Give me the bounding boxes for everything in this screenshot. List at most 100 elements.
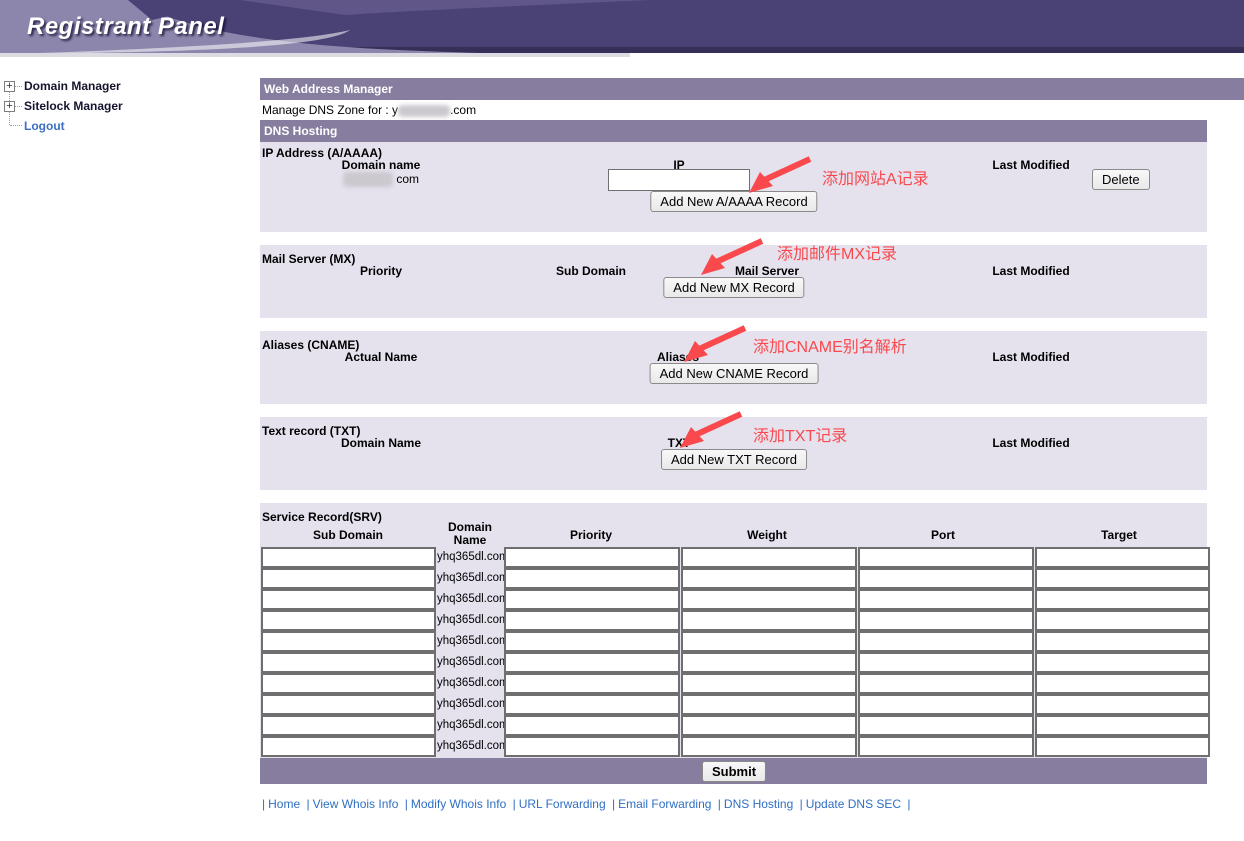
red-arrow-icon [683, 325, 749, 363]
srv-sub-domain-input[interactable] [261, 652, 436, 673]
footer-link-view-whois-info[interactable]: View Whois Info [313, 797, 399, 811]
cname-col-actual-name: Actual Name [345, 350, 418, 364]
srv-target-input[interactable] [1035, 652, 1210, 673]
web-address-manager-bar: Web Address Manager [260, 78, 1244, 100]
srv-port-input[interactable] [858, 694, 1034, 715]
srv-col-port: Port [931, 528, 955, 542]
srv-priority-input[interactable] [504, 568, 680, 589]
srv-sub-domain-input[interactable] [261, 547, 436, 568]
a-record-annotation: 添加网站A记录 [822, 165, 929, 189]
ip-input[interactable] [608, 169, 750, 191]
txt-col-last-modified: Last Modified [992, 436, 1069, 450]
a-record-domain-suffix: com [396, 172, 419, 186]
srv-weight-input[interactable] [681, 694, 857, 715]
srv-sub-domain-input[interactable] [261, 736, 436, 757]
srv-sub-domain-input[interactable] [261, 694, 436, 715]
srv-priority-input[interactable] [504, 610, 680, 631]
srv-port-input[interactable] [858, 736, 1034, 757]
srv-weight-input[interactable] [681, 736, 857, 757]
srv-domain-name-cell: yhq365dl.com [437, 589, 504, 610]
mx-col-sub-domain: Sub Domain [556, 264, 626, 278]
srv-priority-input[interactable] [504, 631, 680, 652]
srv-table-row: yhq365dl.com [261, 715, 1207, 736]
footer-link-update-dns-sec[interactable]: Update DNS SEC [806, 797, 901, 811]
sidebar-item-sitelock-manager[interactable]: Sitelock Manager [24, 99, 123, 113]
expand-icon[interactable]: + [4, 81, 15, 92]
srv-port-input[interactable] [858, 673, 1034, 694]
mx-col-priority: Priority [360, 264, 402, 278]
srv-target-input[interactable] [1035, 673, 1210, 694]
srv-port-input[interactable] [858, 631, 1034, 652]
srv-table-row: yhq365dl.com [261, 694, 1207, 715]
srv-port-input[interactable] [858, 652, 1034, 673]
srv-col-priority: Priority [570, 528, 612, 542]
red-arrow-icon [679, 411, 745, 449]
footer-links: |Home |View Whois Info |Modify Whois Inf… [262, 797, 911, 811]
footer-link-url-forwarding[interactable]: URL Forwarding [519, 797, 606, 811]
srv-sub-domain-input[interactable] [261, 568, 436, 589]
srv-priority-input[interactable] [504, 652, 680, 673]
srv-target-input[interactable] [1035, 610, 1210, 631]
submit-button[interactable]: Submit [702, 761, 766, 782]
footer-link-modify-whois-info[interactable]: Modify Whois Info [411, 797, 506, 811]
srv-priority-input[interactable] [504, 547, 680, 568]
sidebar-item-domain-manager[interactable]: Domain Manager [24, 79, 121, 93]
srv-sub-domain-input[interactable] [261, 610, 436, 631]
a-record-col-last-modified: Last Modified [992, 158, 1069, 172]
srv-table-row: yhq365dl.com [261, 631, 1207, 652]
add-mx-record-button[interactable]: Add New MX Record [663, 277, 804, 298]
manage-dns-zone-suffix: .com [450, 103, 476, 117]
srv-col-target: Target [1101, 528, 1137, 542]
srv-port-input[interactable] [858, 610, 1034, 631]
srv-target-input[interactable] [1035, 736, 1210, 757]
add-a-record-button[interactable]: Add New A/AAAA Record [650, 191, 817, 212]
srv-weight-input[interactable] [681, 547, 857, 568]
srv-port-input[interactable] [858, 568, 1034, 589]
expand-icon[interactable]: + [4, 101, 15, 112]
srv-sub-domain-input[interactable] [261, 715, 436, 736]
srv-priority-input[interactable] [504, 589, 680, 610]
srv-target-input[interactable] [1035, 694, 1210, 715]
srv-weight-input[interactable] [681, 568, 857, 589]
srv-col-sub-domain: Sub Domain [313, 528, 383, 542]
srv-sub-domain-input[interactable] [261, 589, 436, 610]
footer-link-dns-hosting[interactable]: DNS Hosting [724, 797, 793, 811]
srv-weight-input[interactable] [681, 715, 857, 736]
srv-port-input[interactable] [858, 589, 1034, 610]
srv-table-row: yhq365dl.com [261, 673, 1207, 694]
srv-port-input[interactable] [858, 715, 1034, 736]
srv-target-input[interactable] [1035, 547, 1210, 568]
srv-target-input[interactable] [1035, 715, 1210, 736]
srv-sub-domain-input[interactable] [261, 631, 436, 652]
srv-port-input[interactable] [858, 547, 1034, 568]
srv-domain-name-cell: yhq365dl.com [437, 547, 504, 568]
srv-target-input[interactable] [1035, 589, 1210, 610]
srv-domain-name-cell: yhq365dl.com [437, 568, 504, 589]
manage-dns-zone-prefix: Manage DNS Zone for : y [262, 103, 398, 117]
add-cname-record-button[interactable]: Add New CNAME Record [650, 363, 819, 384]
redacted-domain-blur [343, 172, 393, 187]
srv-target-input[interactable] [1035, 631, 1210, 652]
footer-link-home[interactable]: Home [268, 797, 300, 811]
delete-a-record-button[interactable]: Delete [1092, 169, 1150, 190]
txt-col-domain-name: Domain Name [341, 436, 421, 450]
srv-weight-input[interactable] [681, 631, 857, 652]
add-txt-record-button[interactable]: Add New TXT Record [661, 449, 807, 470]
srv-sub-domain-input[interactable] [261, 673, 436, 694]
srv-domain-name-cell: yhq365dl.com [437, 736, 504, 757]
srv-weight-input[interactable] [681, 610, 857, 631]
srv-priority-input[interactable] [504, 673, 680, 694]
mx-annotation: 添加邮件MX记录 [777, 240, 897, 264]
page-title: Registrant Panel [27, 13, 224, 41]
sidebar-item-logout[interactable]: Logout [24, 119, 65, 133]
srv-priority-input[interactable] [504, 736, 680, 757]
srv-target-input[interactable] [1035, 568, 1210, 589]
srv-priority-input[interactable] [504, 694, 680, 715]
srv-weight-input[interactable] [681, 673, 857, 694]
srv-priority-input[interactable] [504, 715, 680, 736]
srv-weight-input[interactable] [681, 589, 857, 610]
mx-col-last-modified: Last Modified [992, 264, 1069, 278]
footer-link-email-forwarding[interactable]: Email Forwarding [618, 797, 711, 811]
srv-weight-input[interactable] [681, 652, 857, 673]
tree-connector [10, 125, 22, 126]
